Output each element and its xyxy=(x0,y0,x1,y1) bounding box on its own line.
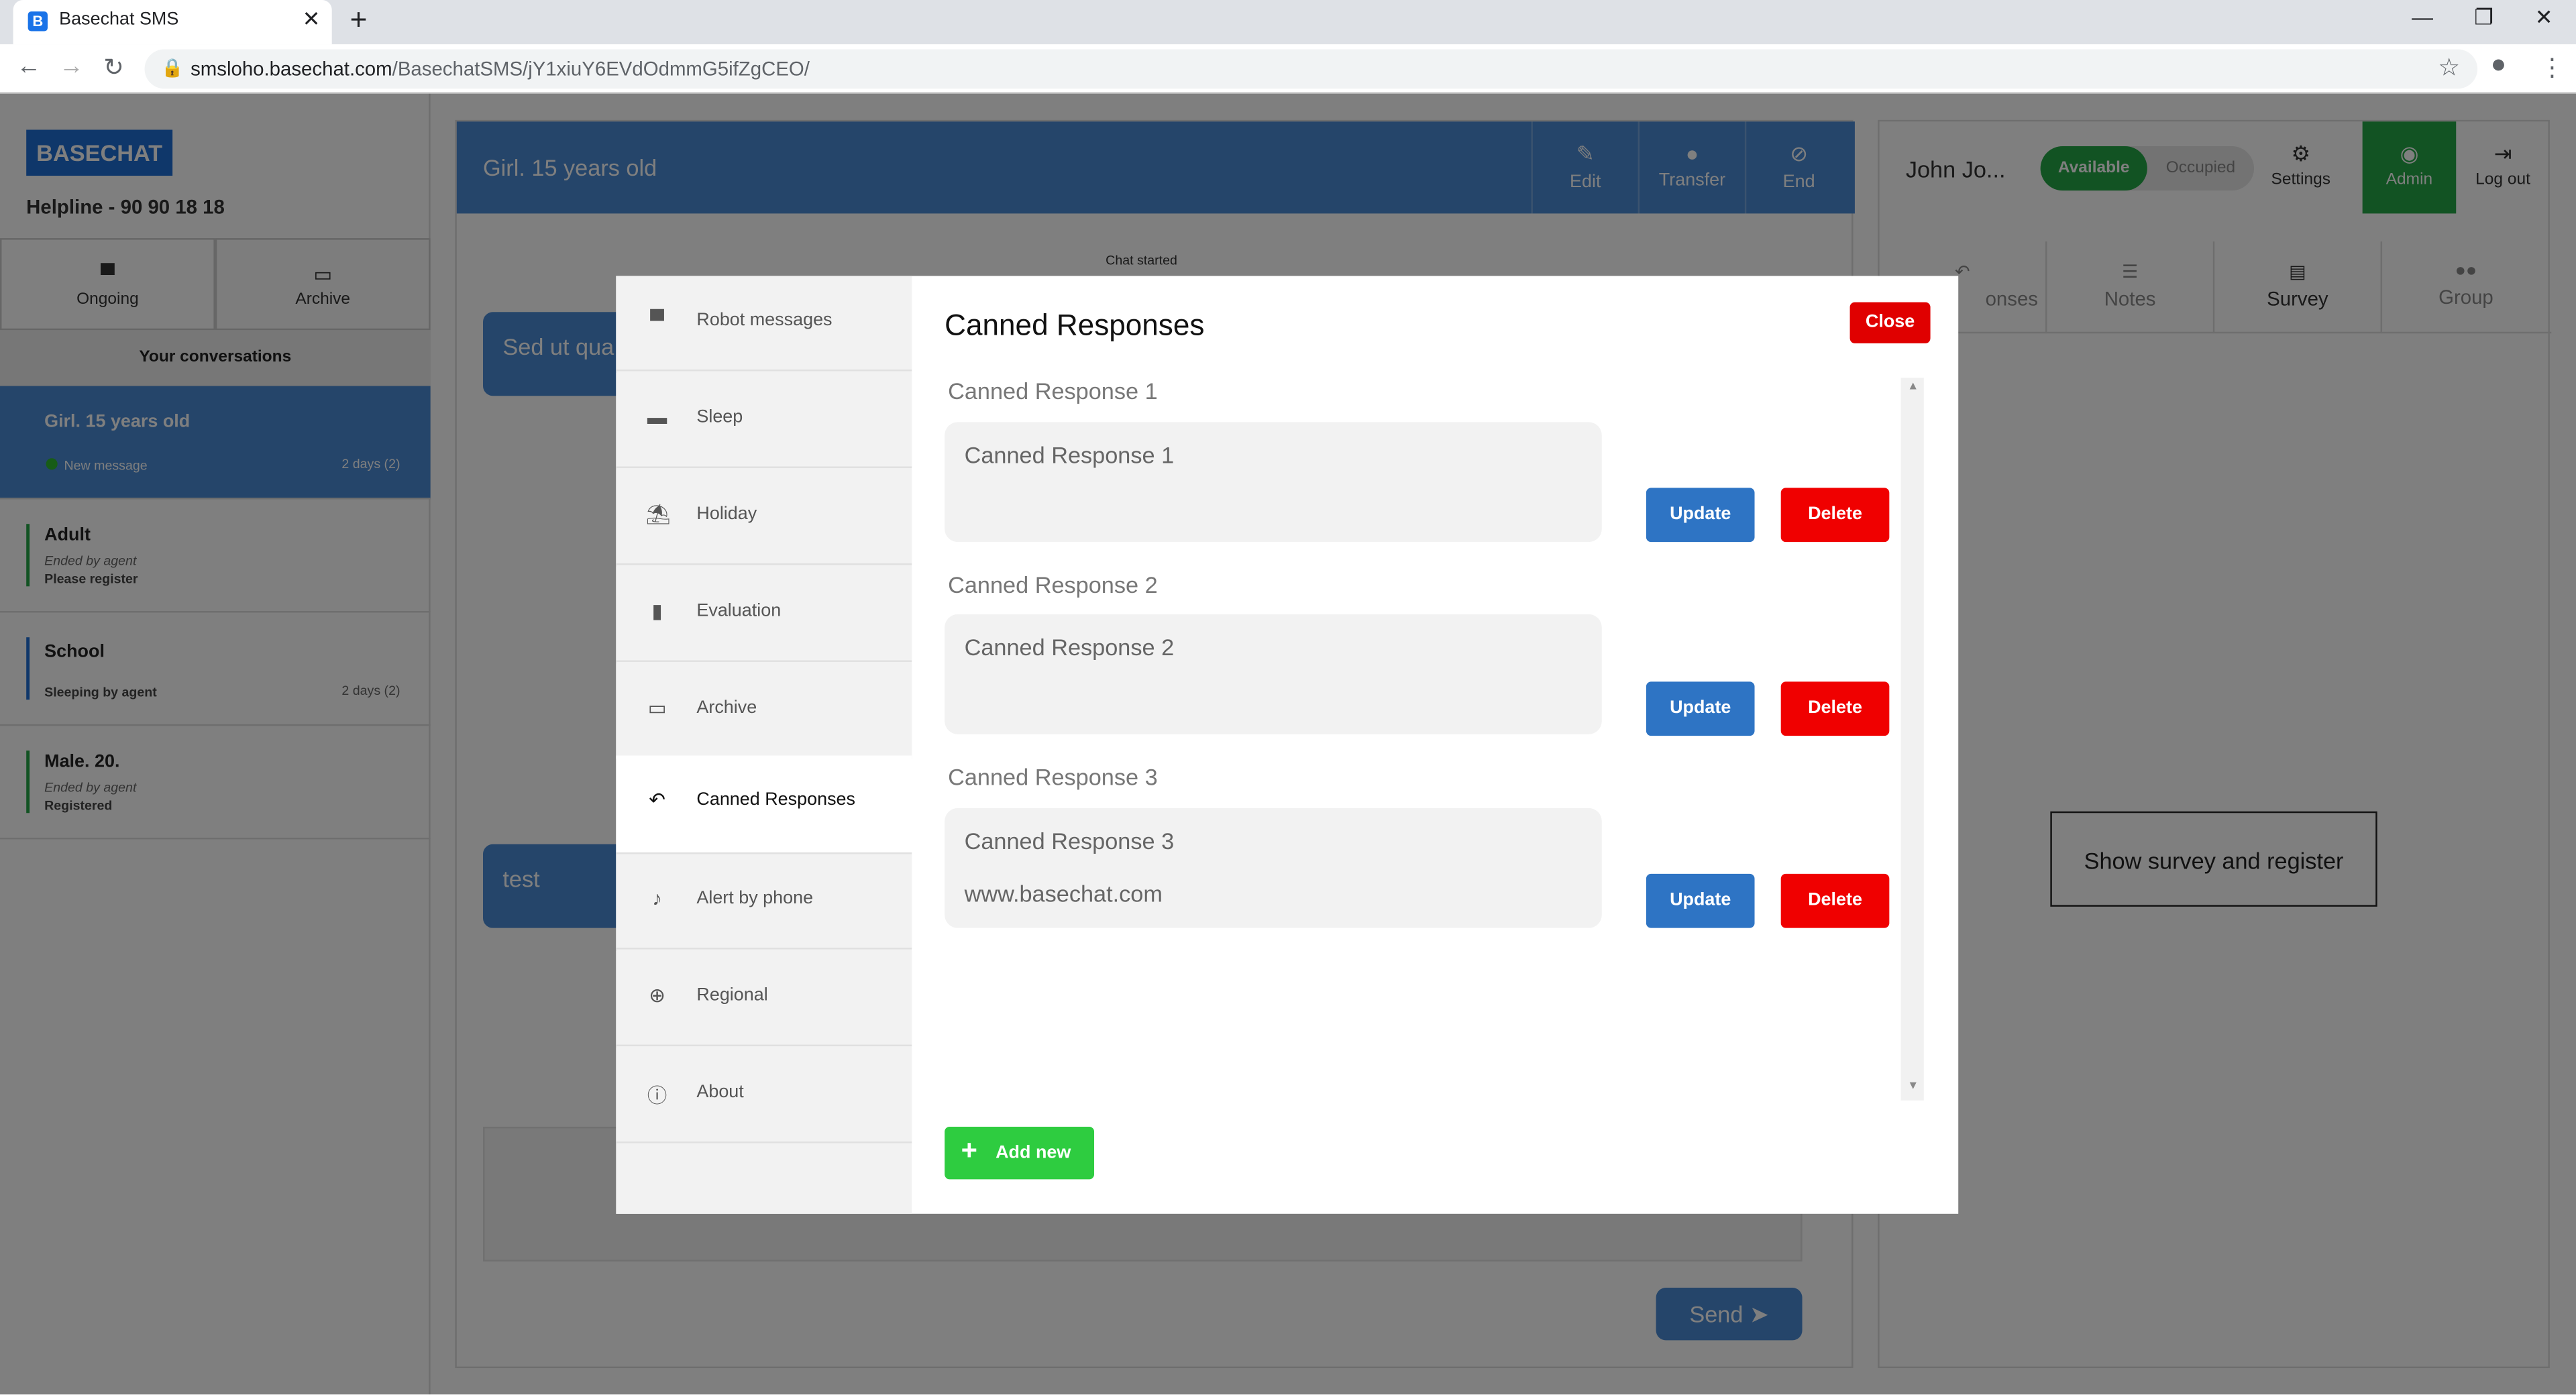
canned-response-line: Canned Response 3 xyxy=(964,828,1175,854)
globe-icon: ⊕ xyxy=(649,983,665,1007)
canned-response-label: Canned Response 1 xyxy=(948,378,1158,404)
menu-item-regional[interactable]: ⊕ Regional xyxy=(616,950,912,1047)
url-field[interactable]: 🔒 smsloho.basechat.com/BasechatSMS/jY1xi… xyxy=(144,49,2478,89)
menu-kebab-icon[interactable]: ⋮ xyxy=(2540,52,2565,82)
menu-item-about[interactable]: ⓘ About xyxy=(616,1048,912,1143)
menu-item-robot-messages[interactable]: ▀ Robot messages xyxy=(616,276,912,372)
scrollbar[interactable]: ▲ ▼ xyxy=(1900,378,1924,1101)
canned-response-label: Canned Response 2 xyxy=(948,571,1158,598)
url-text: smsloho.basechat.com/BasechatSMS/jY1xiuY… xyxy=(191,57,810,81)
reply-icon: ↶ xyxy=(649,788,665,812)
window-close-icon[interactable]: ✕ xyxy=(2535,5,2553,31)
update-button[interactable]: Update xyxy=(1646,488,1755,543)
favicon-icon: B xyxy=(28,11,48,32)
delete-button[interactable]: Delete xyxy=(1780,488,1890,543)
update-button[interactable]: Update xyxy=(1646,873,1755,928)
lock-icon: 🔒 xyxy=(161,59,184,79)
menu-item-canned-responses[interactable]: ↶ Canned Responses xyxy=(616,755,912,854)
menu-item-sleep[interactable]: ▬ Sleep xyxy=(616,372,912,468)
bar-chart-icon: ▮ xyxy=(651,599,663,623)
canned-response-line: Canned Response 2 xyxy=(964,634,1175,661)
restore-icon[interactable]: ❐ xyxy=(2474,5,2493,31)
modal-menu: ▀ Robot messages ▬ Sleep ⛱ Holiday ▮ Evaluat… xyxy=(616,276,912,1214)
bed-icon: ▬ xyxy=(647,405,667,429)
browser-tab-title: Basechat SMS xyxy=(59,9,179,30)
back-icon[interactable]: ← xyxy=(16,52,41,80)
forward-icon[interactable]: → xyxy=(59,52,84,80)
modal-title: Canned Responses xyxy=(945,309,1205,342)
menu-item-evaluation[interactable]: ▮ Evaluation xyxy=(616,566,912,662)
delete-button[interactable]: Delete xyxy=(1780,681,1890,736)
new-tab-icon[interactable]: + xyxy=(350,3,368,38)
update-button[interactable]: Update xyxy=(1646,681,1755,736)
close-tab-icon[interactable]: ✕ xyxy=(303,7,321,33)
browser-tab-strip: B Basechat SMS ✕ + — ❐ ✕ xyxy=(0,0,2576,45)
close-button[interactable]: Close xyxy=(1849,302,1931,343)
plus-icon: + xyxy=(961,1135,978,1166)
browser-tab[interactable]: B Basechat SMS ✕ xyxy=(13,0,332,45)
bell-icon: ♪ xyxy=(652,887,662,910)
canned-response-text[interactable]: Canned Response 2 xyxy=(945,614,1602,734)
add-new-label: Add new xyxy=(996,1143,1071,1163)
menu-item-alert-by-phone[interactable]: ♪ Alert by phone xyxy=(616,854,912,950)
beach-icon: ⛱ xyxy=(645,502,671,526)
menu-item-archive[interactable]: ▭ Archive xyxy=(616,663,912,759)
folder-icon: ▭ xyxy=(647,696,667,720)
message-icon: ▀ xyxy=(650,309,665,332)
canned-response-text[interactable]: Canned Response 1 xyxy=(945,422,1602,543)
delete-button[interactable]: Delete xyxy=(1780,873,1890,928)
bookmark-star-icon[interactable]: ☆ xyxy=(2438,52,2460,82)
canned-response-text[interactable]: Canned Response 3 www.basechat.com xyxy=(945,807,1602,928)
scroll-up-icon[interactable]: ▲ xyxy=(1907,381,1919,392)
add-new-button[interactable]: + Add new xyxy=(945,1127,1095,1180)
canned-response-label: Canned Response 3 xyxy=(948,763,1158,790)
profile-icon[interactable]: ● xyxy=(2491,51,2507,80)
menu-item-holiday[interactable]: ⛱ Holiday xyxy=(616,469,912,565)
address-bar: ← → ↻ 🔒 smsloho.basechat.com/BasechatSMS… xyxy=(0,44,2576,94)
minimize-icon[interactable]: — xyxy=(2412,5,2433,30)
info-icon: ⓘ xyxy=(647,1084,667,1107)
scroll-down-icon[interactable]: ▼ xyxy=(1907,1080,1919,1092)
admin-modal: ▀ Robot messages ▬ Sleep ⛱ Holiday ▮ Evaluat… xyxy=(616,276,1959,1214)
canned-response-line: Canned Response 1 xyxy=(964,441,1175,468)
canned-response-line: www.basechat.com xyxy=(964,880,1163,907)
reload-icon[interactable]: ↻ xyxy=(103,52,124,82)
